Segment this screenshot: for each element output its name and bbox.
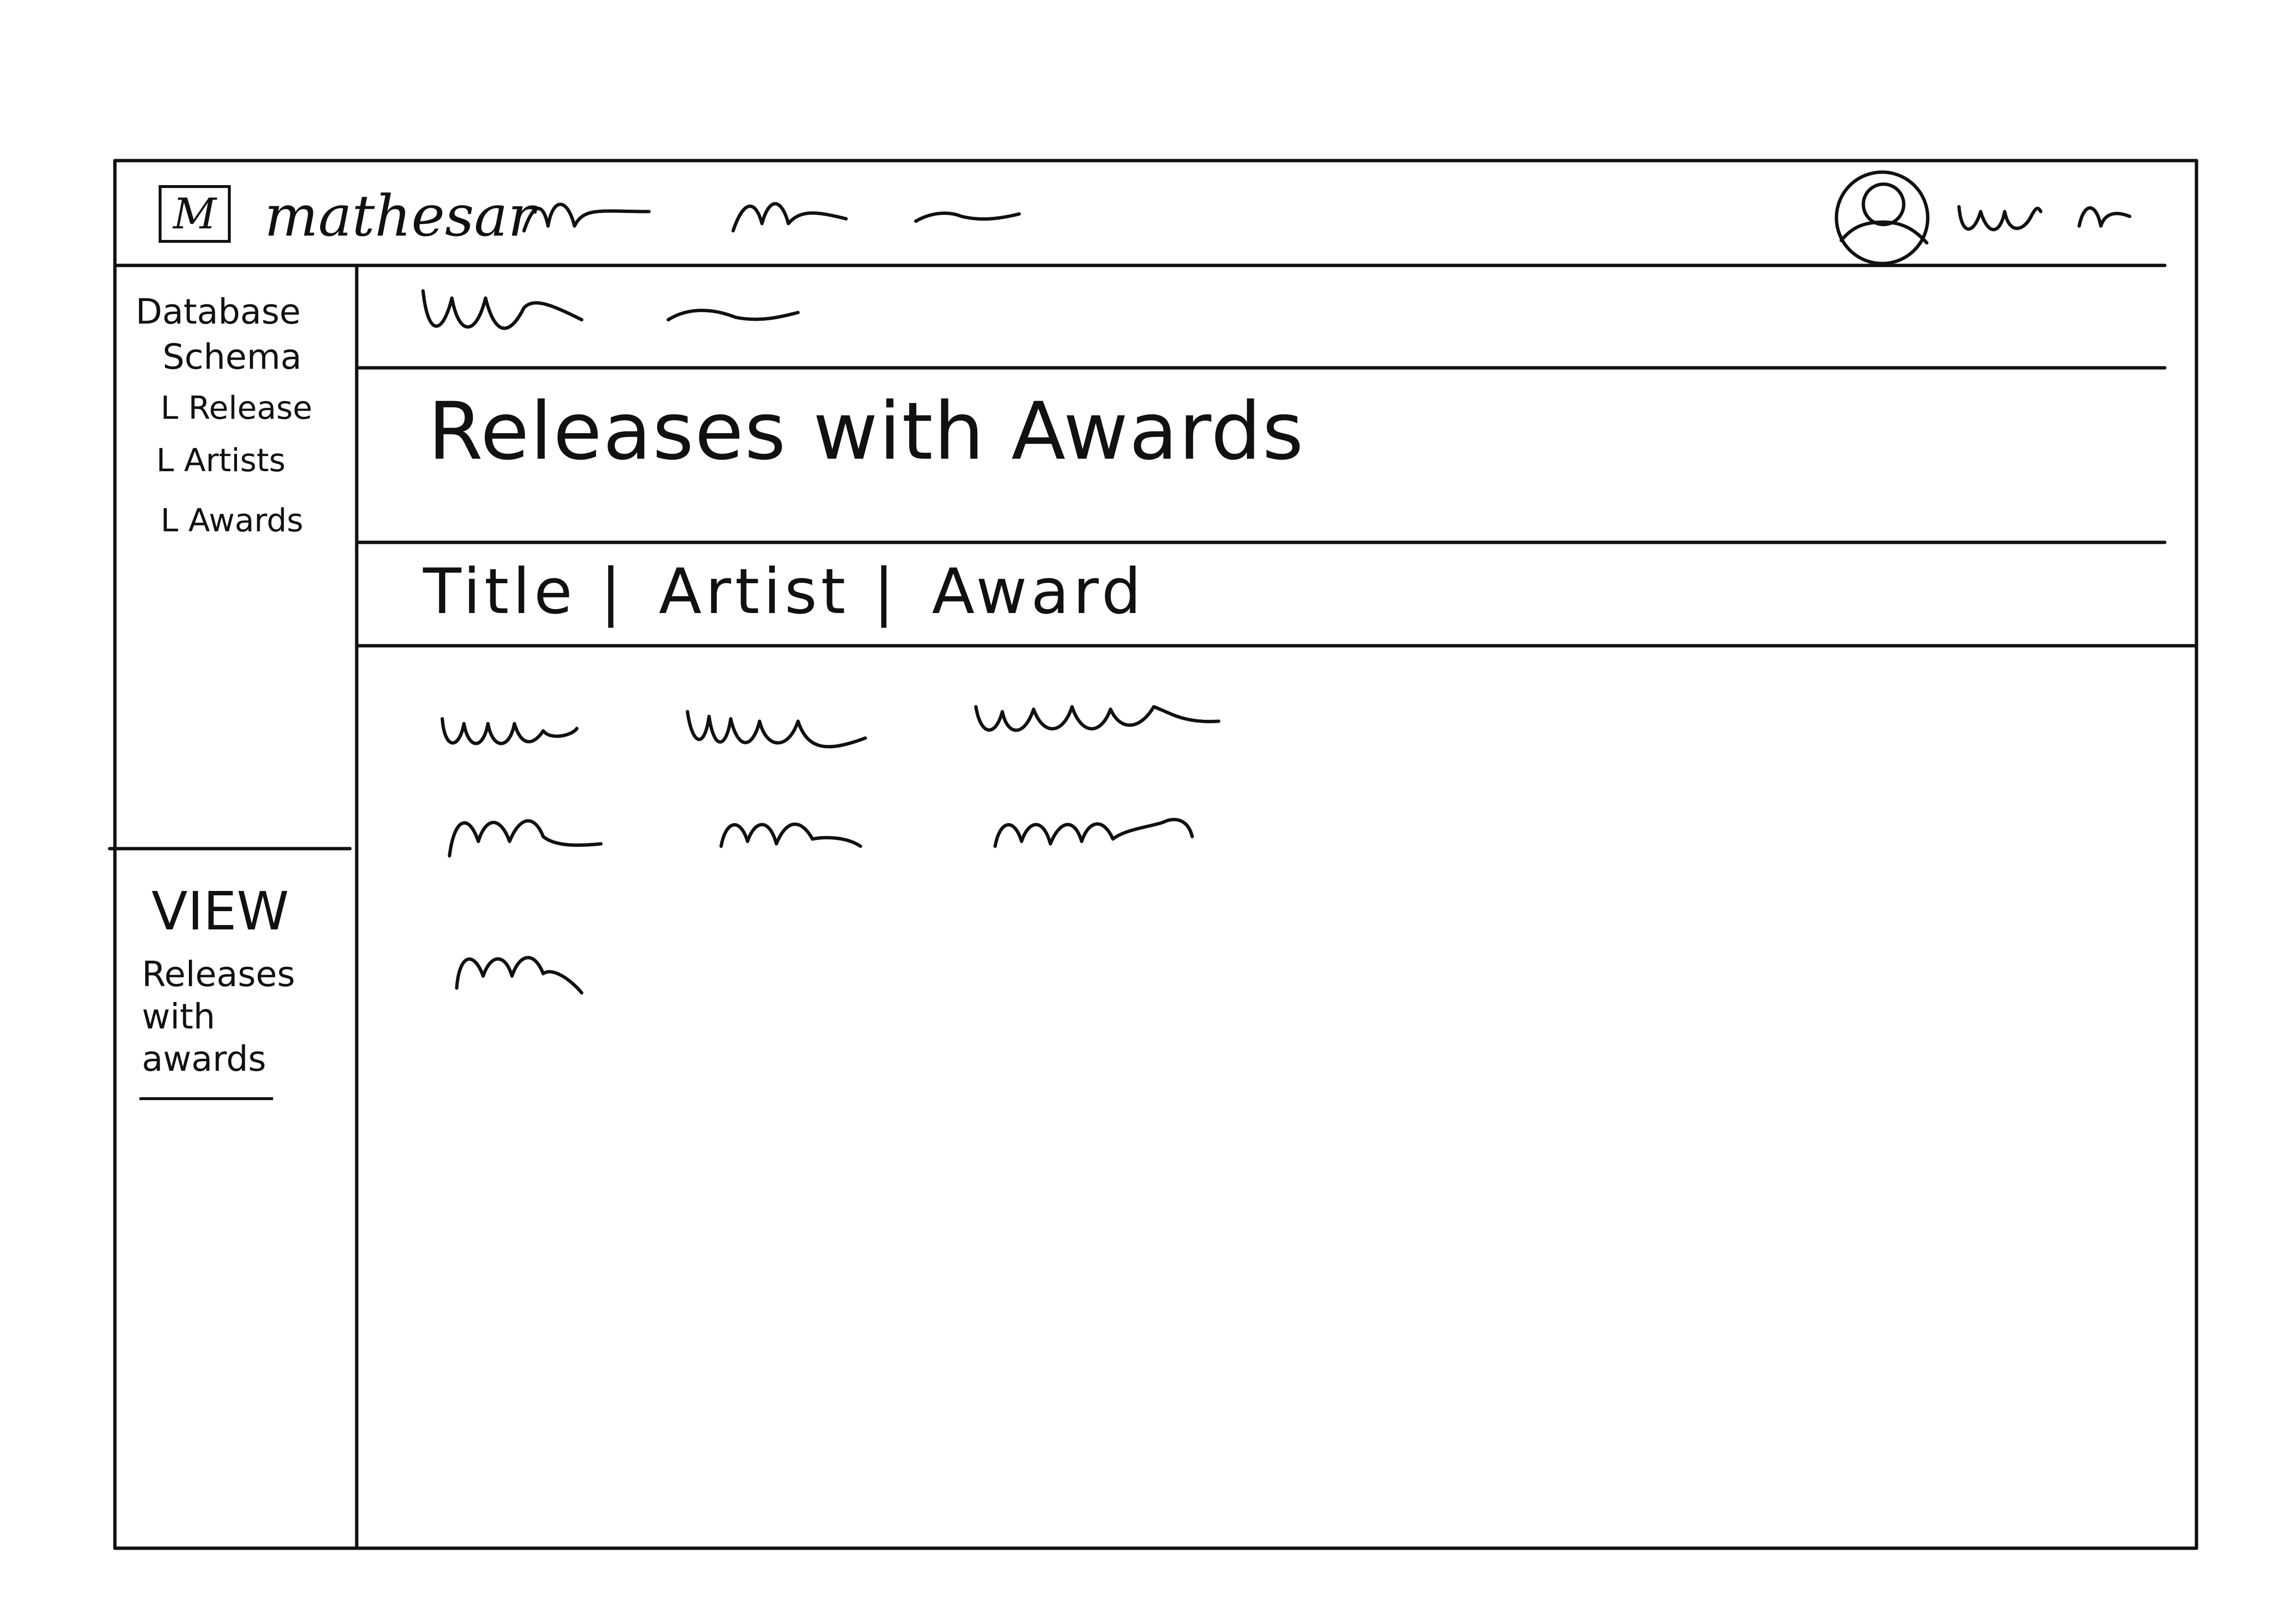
active-view-underline bbox=[139, 1097, 273, 1100]
table-row[interactable] bbox=[448, 818, 1194, 858]
sidebar-item-release[interactable]: L Release bbox=[161, 392, 312, 424]
breadcrumb-segment-2[interactable] bbox=[666, 309, 800, 322]
view-item-line: awards bbox=[142, 1039, 266, 1079]
sidebar-item-awards[interactable]: L Awards bbox=[161, 505, 303, 537]
table-cell bbox=[974, 705, 1221, 732]
nav-menu-item-2[interactable] bbox=[731, 202, 848, 233]
table-cell bbox=[448, 819, 603, 858]
column-header-artist[interactable]: Artist bbox=[659, 560, 849, 623]
nav-menu-item-1[interactable] bbox=[522, 202, 651, 233]
app-logo[interactable]: M bbox=[159, 185, 231, 243]
view-item-line: with bbox=[142, 996, 215, 1037]
sidebar-item-artists[interactable]: L Artists bbox=[156, 445, 286, 476]
sidebar-database-label[interactable]: Database bbox=[136, 294, 301, 329]
column-separator: | bbox=[873, 555, 898, 628]
sidebar-view-item-releases-with-awards[interactable]: Releases with awards bbox=[142, 957, 295, 1076]
column-header-award[interactable]: Award bbox=[932, 560, 1145, 623]
table-cell bbox=[440, 717, 579, 745]
page-title: Releases with Awards bbox=[428, 385, 1305, 477]
breadcrumb-segment-1[interactable] bbox=[421, 289, 584, 330]
nav-menu-item-3[interactable] bbox=[914, 212, 1021, 223]
view-item-line: Releases bbox=[142, 954, 295, 994]
logo-letter: M bbox=[173, 189, 217, 238]
table-cell bbox=[686, 710, 867, 749]
sidebar-view-section-label: VIEW bbox=[151, 880, 289, 942]
table-row[interactable] bbox=[455, 956, 584, 995]
column-separator: | bbox=[600, 555, 625, 628]
table-header-row: Title | Artist | Award bbox=[423, 560, 1145, 623]
user-menu-toggle[interactable] bbox=[2077, 206, 2132, 228]
app-name[interactable]: mathesar bbox=[264, 188, 535, 244]
table-cell bbox=[993, 818, 1194, 848]
user-icon[interactable] bbox=[1834, 170, 1930, 265]
sidebar-schema-label[interactable]: Schema bbox=[162, 339, 301, 374]
table-row[interactable] bbox=[440, 705, 1221, 749]
user-name[interactable] bbox=[1957, 205, 2043, 231]
column-header-title[interactable]: Title bbox=[423, 560, 576, 623]
table-cell bbox=[719, 822, 862, 848]
table-cell bbox=[455, 956, 584, 995]
